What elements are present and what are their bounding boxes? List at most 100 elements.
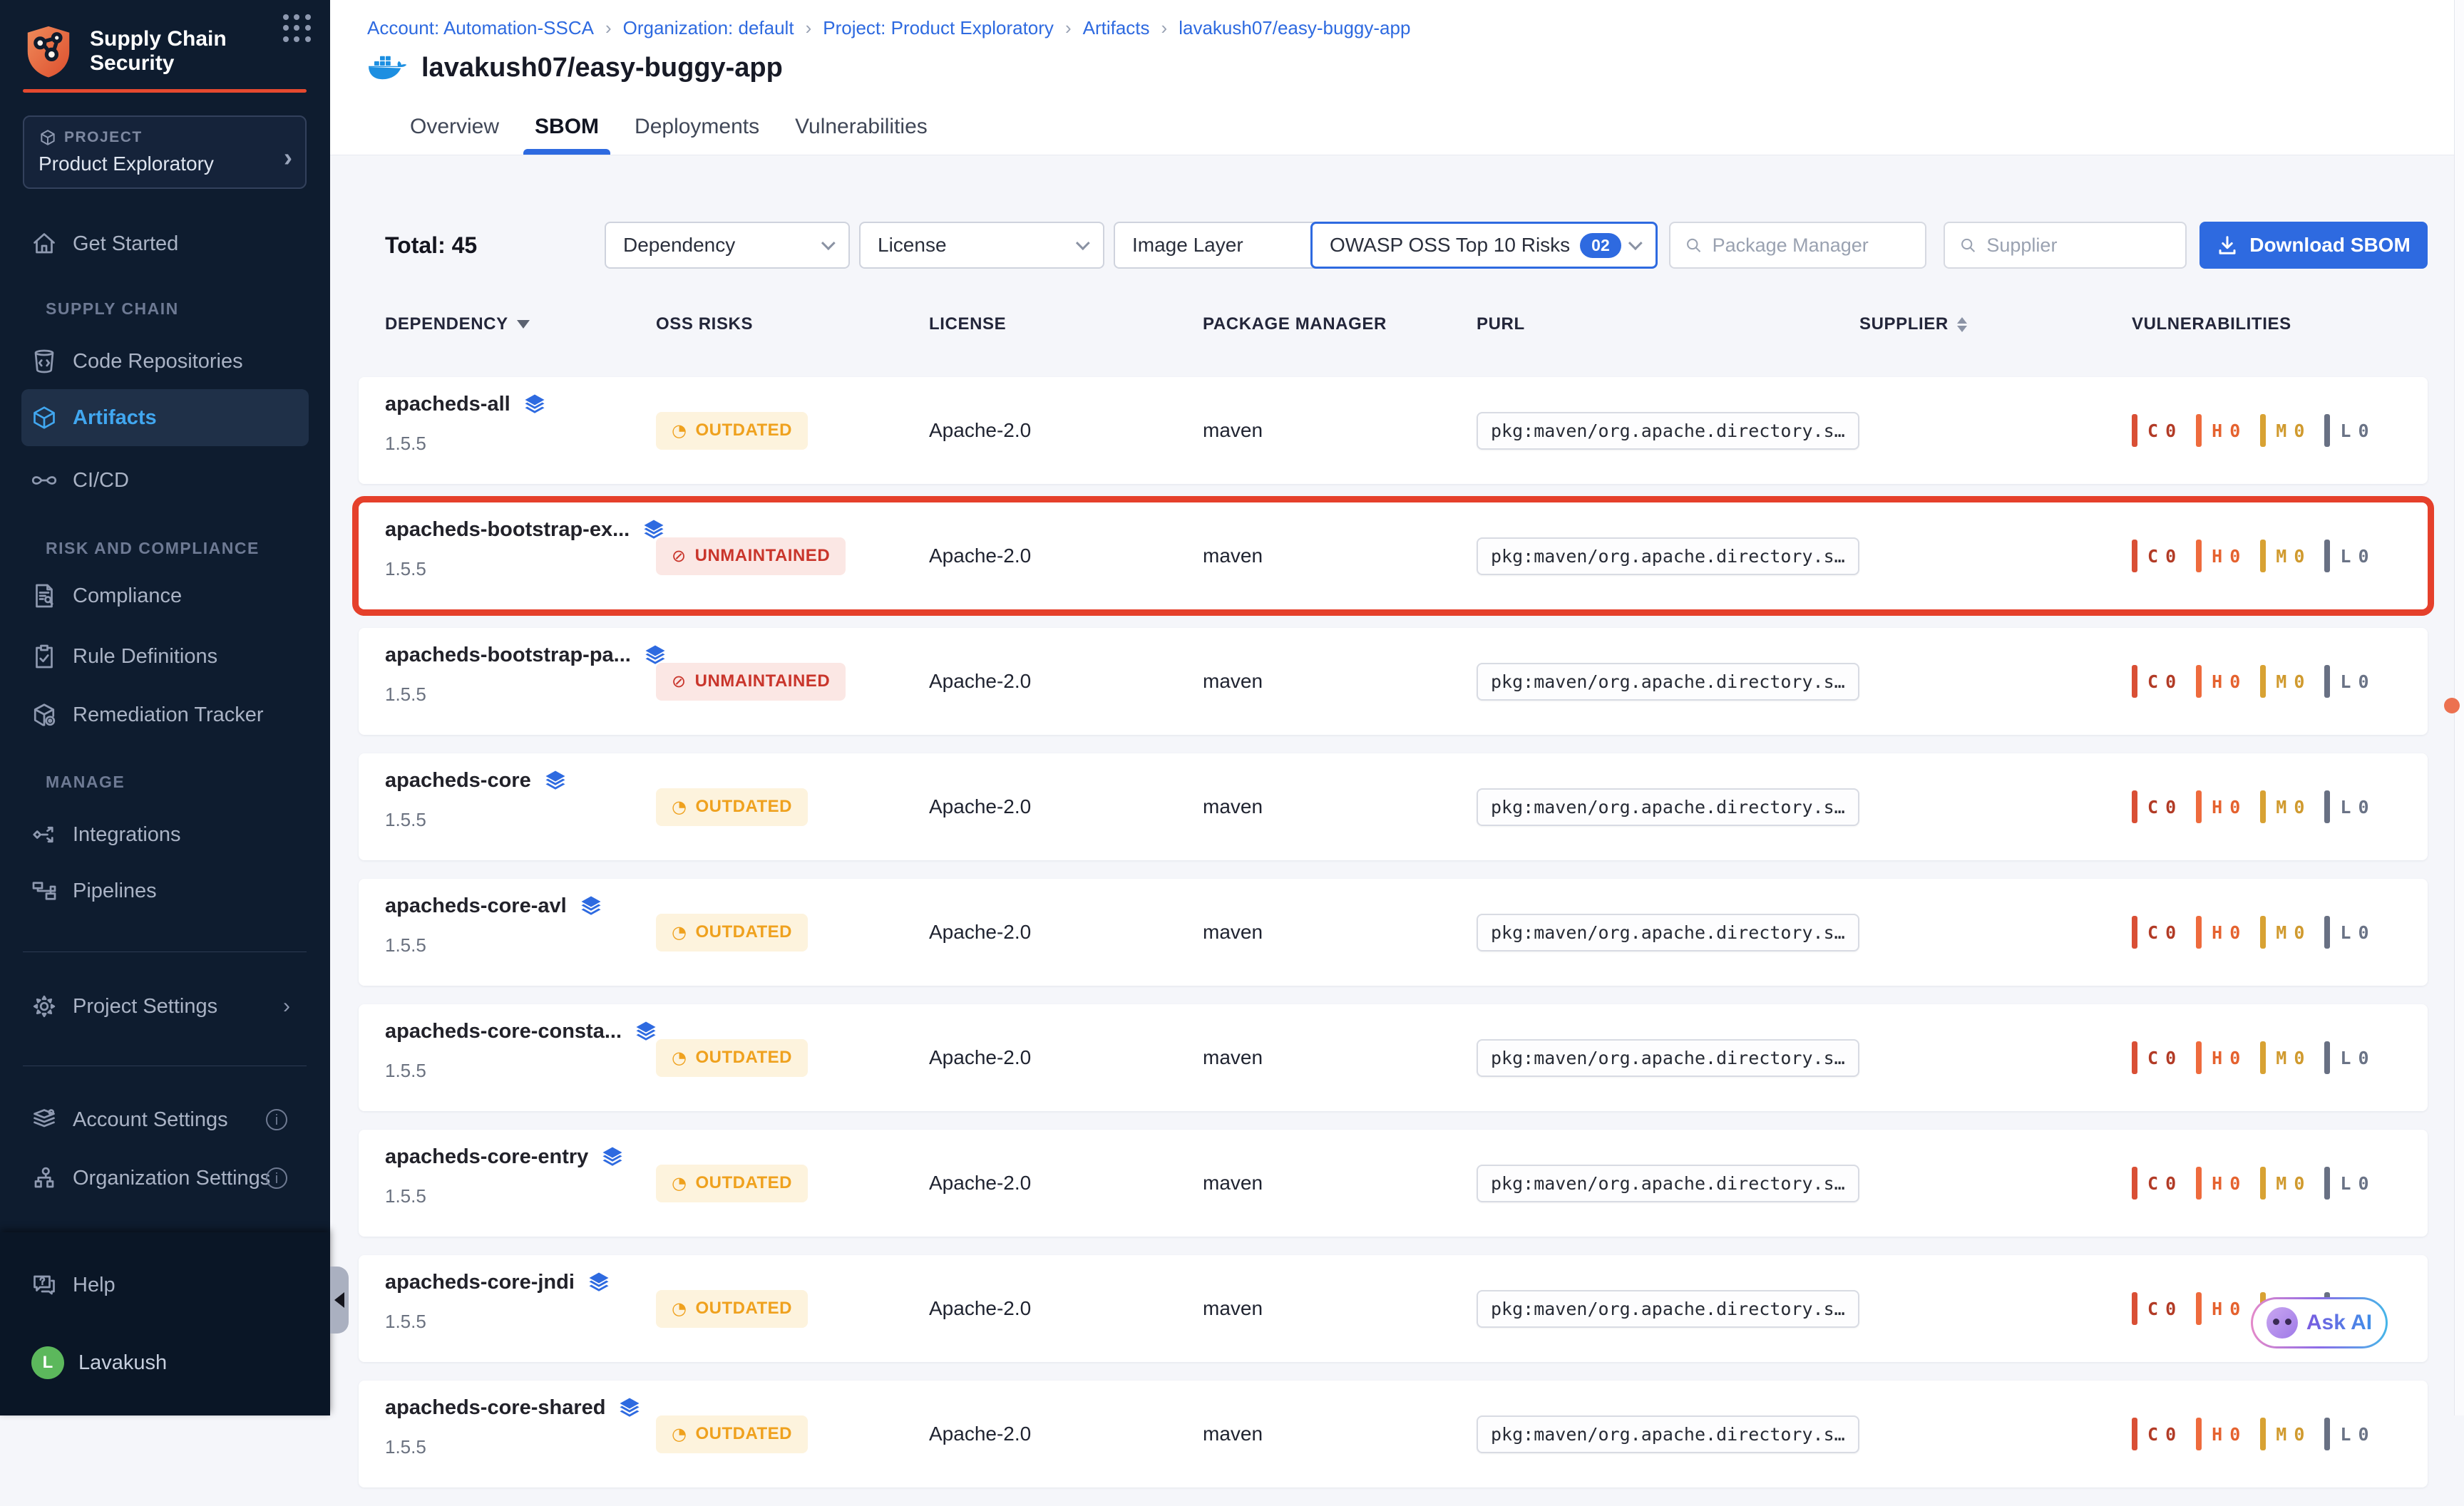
chevron-right-icon: › <box>283 994 290 1018</box>
sidebar-item-account-settings[interactable]: Account Settings i <box>21 1100 309 1140</box>
table-row[interactable]: apacheds-core-consta... 1.5.5 OUTDATED A… <box>359 1004 2428 1111</box>
docker-icon <box>367 51 407 84</box>
breadcrumb-artifacts[interactable]: Artifacts <box>1083 17 1150 39</box>
sidebar-item-cicd[interactable]: CI/CD <box>21 460 309 500</box>
sidebar-item-rule-definitions[interactable]: Rule Definitions <box>21 636 309 676</box>
help-button[interactable]: Help <box>31 1272 115 1298</box>
owasp-risks-filter-dropdown[interactable]: OWASP OSS Top 10 Risks 02 <box>1310 222 1658 269</box>
vuln-count-critical: C0 <box>2132 540 2177 572</box>
table-row[interactable]: apacheds-core-shared 1.5.5 OUTDATED Apac… <box>359 1381 2428 1487</box>
dependency-filter-dropdown[interactable]: Dependency <box>605 222 850 269</box>
user-name: Lavakush <box>78 1351 167 1375</box>
breadcrumb-current-artifact[interactable]: lavakush07/easy-buggy-app <box>1179 17 1410 39</box>
vulnerability-counts: C0H0M0L0 <box>2132 916 2371 949</box>
chevron-right-icon: › <box>284 143 292 172</box>
sidebar-item-artifacts[interactable]: Artifacts <box>21 389 309 446</box>
sidebar-item-code-repositories[interactable]: Code Repositories <box>21 341 309 381</box>
purl-pill[interactable]: pkg:maven/org.apache.directory.s… <box>1477 537 1859 575</box>
oss-risk-badge: OUTDATED <box>656 914 808 951</box>
dependency-name: apacheds-all <box>385 391 548 417</box>
image-layer-filter-dropdown[interactable]: Image Layer <box>1114 222 1340 269</box>
purl-pill[interactable]: pkg:maven/org.apache.directory.s… <box>1477 663 1859 701</box>
vuln-count-low: L0 <box>2324 1167 2370 1200</box>
table-row[interactable]: apacheds-bootstrap-pa... 1.5.5 UNMAINTAI… <box>359 628 2428 735</box>
risk-status-icon <box>672 1048 687 1068</box>
tab-vulnerabilities[interactable]: Vulnerabilities <box>795 105 928 155</box>
severity-bar-icon <box>2324 916 2330 949</box>
oss-risk-badge: OUTDATED <box>656 1165 808 1202</box>
purl-pill[interactable]: pkg:maven/org.apache.directory.s… <box>1477 1039 1859 1077</box>
tab-deployments[interactable]: Deployments <box>635 105 759 155</box>
table-row[interactable]: apacheds-core-entry 1.5.5 OUTDATED Apach… <box>359 1130 2428 1237</box>
ask-ai-button[interactable]: Ask AI <box>2251 1297 2388 1348</box>
chevron-down-icon <box>1076 236 1090 250</box>
purl-pill[interactable]: pkg:maven/org.apache.directory.s… <box>1477 1165 1859 1202</box>
risk-status-icon <box>672 671 687 692</box>
table-row[interactable]: apacheds-core 1.5.5 OUTDATED Apache-2.0 … <box>359 753 2428 860</box>
license-filter-dropdown[interactable]: License <box>859 222 1104 269</box>
tab-sbom[interactable]: SBOM <box>535 105 599 155</box>
sidebar-item-project-settings[interactable]: Project Settings › <box>21 986 309 1026</box>
sidebar-item-integrations[interactable]: Integrations <box>21 815 309 855</box>
box-wrench-icon <box>31 702 57 728</box>
sidebar-item-pipelines[interactable]: Pipelines <box>21 871 309 911</box>
owasp-filter-count-badge: 02 <box>1580 233 1621 258</box>
risk-status-icon <box>672 797 687 818</box>
info-icon[interactable]: i <box>266 1109 287 1130</box>
dependency-version: 1.5.5 <box>385 684 426 706</box>
chevron-down-icon <box>1628 236 1643 250</box>
app-logo: Supply Chain Security <box>23 24 308 78</box>
document-search-icon <box>31 583 57 609</box>
breadcrumb-project[interactable]: Project: Product Exploratory <box>823 17 1054 39</box>
sidebar-item-organization-settings[interactable]: Organization Settings i <box>21 1158 309 1198</box>
package-manager-search <box>1669 222 1926 269</box>
tab-overview[interactable]: Overview <box>410 105 499 155</box>
risk-status-icon <box>672 546 687 567</box>
table-row[interactable]: apacheds-core-jndi 1.5.5 OUTDATED Apache… <box>359 1255 2428 1362</box>
column-header-supplier[interactable]: SUPPLIER <box>1859 314 1967 334</box>
vuln-count-medium: M0 <box>2260 414 2306 447</box>
sidebar-collapse-handle[interactable] <box>330 1267 349 1334</box>
user-menu[interactable]: L Lavakush <box>31 1346 167 1379</box>
sbom-rows: apacheds-all 1.5.5 OUTDATED Apache-2.0 m… <box>359 377 2428 1506</box>
vuln-count-critical: C0 <box>2132 414 2177 447</box>
purl-pill[interactable]: pkg:maven/org.apache.directory.s… <box>1477 788 1859 826</box>
annotation-dot <box>2444 698 2460 713</box>
purl-pill[interactable]: pkg:maven/org.apache.directory.s… <box>1477 1290 1859 1328</box>
purl-pill[interactable]: pkg:maven/org.apache.directory.s… <box>1477 914 1859 951</box>
package-manager-cell: maven <box>1203 628 1263 735</box>
column-header-dependency[interactable]: DEPENDENCY <box>385 314 530 334</box>
severity-bar-icon <box>2324 1418 2330 1450</box>
column-header-vulnerabilities: VULNERABILITIES <box>2132 314 2291 334</box>
table-row[interactable]: apacheds-all 1.5.5 OUTDATED Apache-2.0 m… <box>359 377 2428 484</box>
ai-robot-icon <box>2267 1307 2298 1339</box>
breadcrumb-account[interactable]: Account: Automation-SSCA <box>367 17 594 39</box>
table-row[interactable]: apacheds-core-avl 1.5.5 OUTDATED Apache-… <box>359 879 2428 986</box>
download-sbom-button[interactable]: Download SBOM <box>2199 222 2428 269</box>
oss-risk-badge: OUTDATED <box>656 1039 808 1077</box>
supplier-search-input[interactable] <box>1986 234 2171 257</box>
sidebar-item-remediation-tracker[interactable]: Remediation Tracker <box>21 695 309 735</box>
purl-pill[interactable]: pkg:maven/org.apache.directory.s… <box>1477 412 1859 450</box>
info-icon[interactable]: i <box>266 1167 287 1189</box>
risk-status-icon <box>672 922 687 943</box>
severity-bar-icon <box>2260 1167 2266 1200</box>
severity-bar-icon <box>2260 540 2266 572</box>
vuln-count-high: H0 <box>2196 414 2242 447</box>
risk-status-icon <box>672 1173 687 1194</box>
vuln-count-low: L0 <box>2324 1041 2370 1074</box>
table-row-highlighted[interactable]: apacheds-bootstrap-ex... 1.5.5 UNMAINTAI… <box>359 502 2428 609</box>
sidebar-item-get-started[interactable]: Get Started <box>21 224 309 264</box>
sbom-toolbar: Total: 45 Dependency License Image Layer… <box>330 222 2454 269</box>
package-manager-search-input[interactable] <box>1713 234 1911 257</box>
project-selector[interactable]: PROJECT Product Exploratory › <box>23 115 307 189</box>
app-switcher-grid-icon[interactable] <box>283 14 312 43</box>
dependency-version: 1.5.5 <box>385 934 426 956</box>
breadcrumb-organization[interactable]: Organization: default <box>623 17 794 39</box>
oss-risk-badge: OUTDATED <box>656 788 808 826</box>
severity-bar-icon <box>2196 790 2202 823</box>
sidebar-item-compliance[interactable]: Compliance <box>21 576 309 616</box>
purl-pill[interactable]: pkg:maven/org.apache.directory.s… <box>1477 1415 1859 1453</box>
license-cell: Apache-2.0 <box>929 628 1031 735</box>
avatar: L <box>31 1346 64 1379</box>
